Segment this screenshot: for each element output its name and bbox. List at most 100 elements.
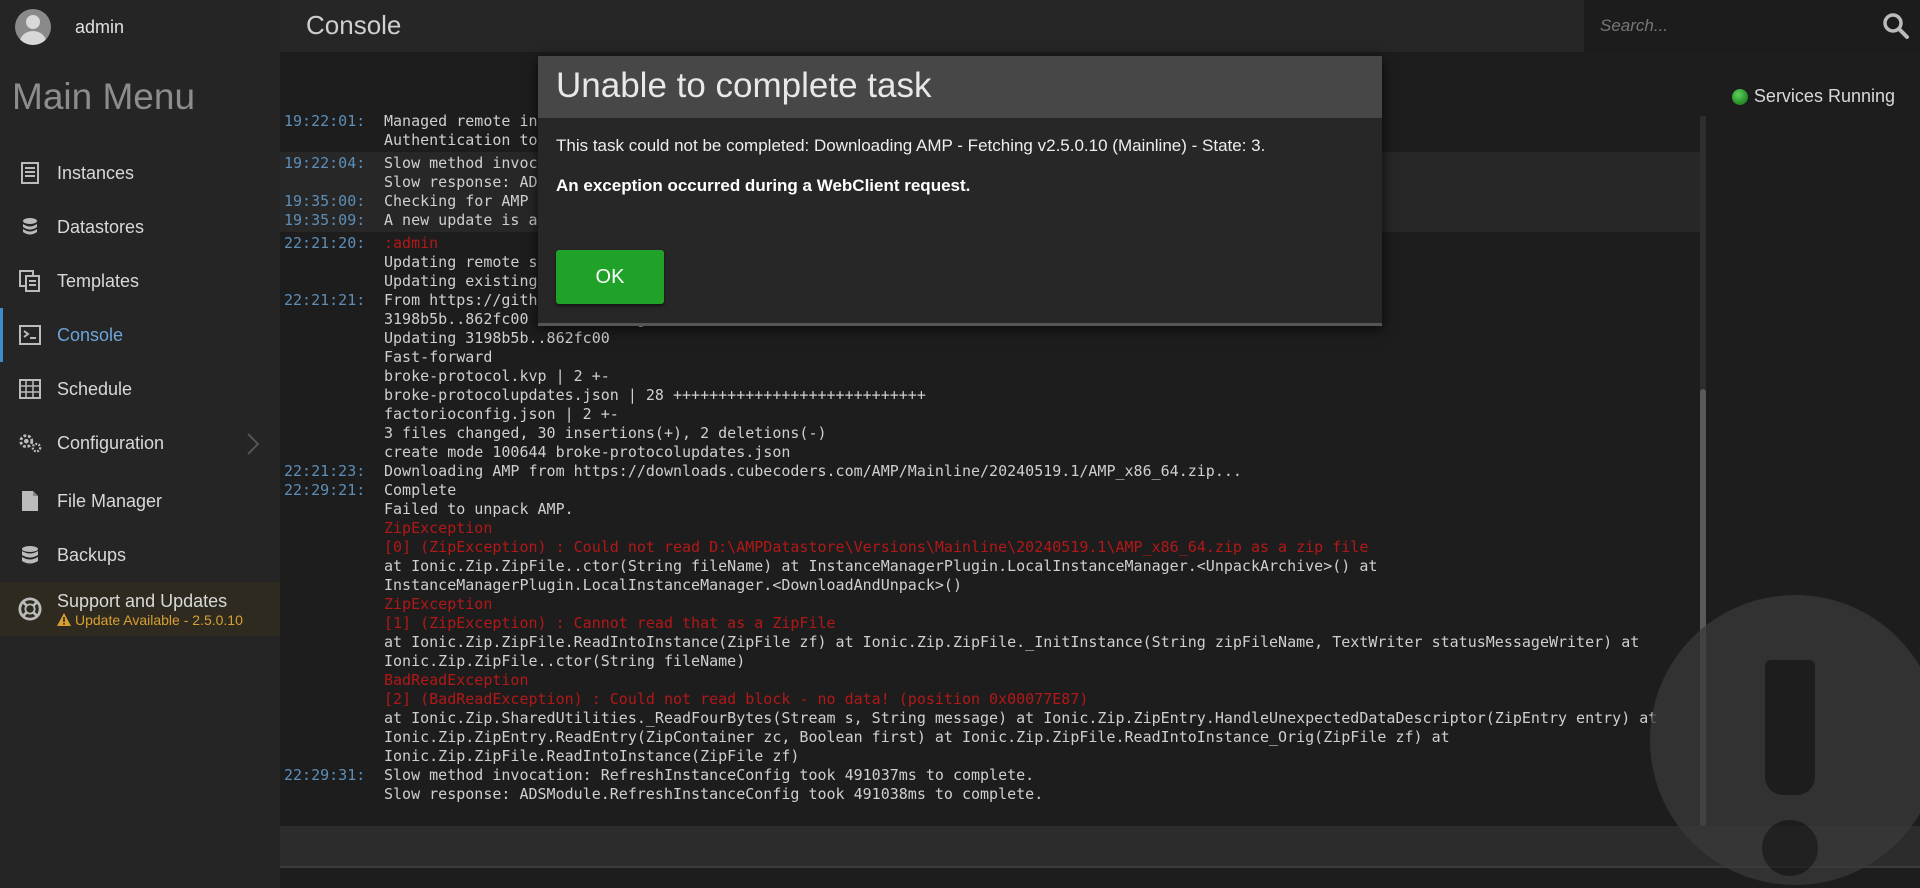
console-message: Fast-forward [384, 348, 493, 366]
sidebar-item-label: File Manager [57, 490, 163, 511]
console-line: 22:29:21: Complete [280, 481, 1702, 500]
console-timestamp [280, 443, 384, 462]
sidebar-item-configuration[interactable]: Configuration [0, 416, 280, 470]
page-title: Console [306, 10, 402, 40]
console-timestamp [280, 329, 384, 348]
console-timestamp [280, 310, 384, 329]
console-line: broke-protocolupdates.json | 28 ++++++++… [280, 386, 1702, 405]
search-icon[interactable] [1882, 12, 1910, 40]
ok-button[interactable]: OK [556, 250, 664, 304]
console-line: [0] (ZipException) : Could not read D:\A… [280, 538, 1702, 557]
update-available-text: Update Available - 2.5.0.10 [75, 611, 243, 628]
console-line: Ionic.Zip.ZipEntry.ReadEntry(ZipContaine… [280, 728, 1702, 747]
instances-icon [18, 161, 42, 185]
console-icon [18, 323, 42, 347]
console-message: Updating 3198b5b..862fc00 [384, 329, 610, 347]
sidebar-item-support[interactable]: Support and Updates Update Available - 2… [0, 582, 280, 636]
avatar[interactable] [15, 9, 51, 45]
console-input[interactable] [280, 826, 1920, 868]
sidebar-item-label: Instances [57, 162, 135, 183]
sidebar-item-backups[interactable]: Backups [0, 528, 280, 582]
dialog-detail: An exception occurred during a WebClient… [556, 176, 971, 195]
console-line: [1] (ZipException) : Cannot read that as… [280, 614, 1702, 633]
console-message: Downloading AMP from https://downloads.c… [384, 462, 1242, 480]
console-line: 3 files changed, 30 insertions(+), 2 del… [280, 424, 1702, 443]
sidebar-item-instances[interactable]: Instances [0, 146, 280, 200]
header: Console [280, 0, 1920, 52]
console-timestamp: 19:35:09: [284, 211, 366, 229]
services-status: Services Running [1731, 86, 1895, 107]
console-line: Failed to unpack AMP. [280, 500, 1702, 519]
console-timestamp [280, 633, 384, 652]
console-message: [2] (BadReadException) : Could not read … [384, 690, 1089, 708]
username: admin [75, 16, 125, 37]
schedule-icon [18, 377, 42, 401]
console-line: 22:29:31: Slow method invocation: Refresh… [280, 766, 1702, 785]
warning-icon [57, 613, 71, 626]
user-profile[interactable]: admin [15, 9, 124, 45]
console-message: Failed to unpack AMP. [384, 500, 574, 518]
console-timestamp [280, 728, 384, 747]
console-line: at Ionic.Zip.ZipFile.ReadIntoInstance(Zi… [280, 633, 1702, 652]
backups-icon [18, 543, 42, 567]
console-message: [0] (ZipException) : Could not read D:\A… [384, 538, 1369, 556]
console-message: broke-protocol.kvp | 2 +- [384, 367, 610, 385]
console-timestamp [280, 173, 384, 192]
console-timestamp [280, 690, 384, 709]
console-line: 22:21:23: Downloading AMP from https://do… [280, 462, 1702, 481]
console-timestamp [280, 652, 384, 671]
console-line: [2] (BadReadException) : Could not read … [280, 690, 1702, 709]
console-message: create mode 100644 broke-protocolupdates… [384, 443, 791, 461]
error-dialog: Unable to complete task This task could … [538, 56, 1382, 326]
console-line: factorioconfig.json | 2 +- [280, 405, 1702, 424]
datastores-icon [18, 215, 42, 239]
dialog-title: Unable to complete task [556, 66, 932, 105]
console-timestamp [280, 709, 384, 728]
console-line: BadReadException [280, 671, 1702, 690]
sidebar-item-datastores[interactable]: Datastores [0, 200, 280, 254]
console-timestamp [280, 747, 384, 766]
templates-icon [18, 269, 42, 293]
console-message: Ionic.Zip.ZipFile..ctor(String fileName) [384, 652, 746, 670]
console-timestamp [280, 614, 384, 633]
console-message: :admin [384, 234, 439, 252]
sidebar-item-label: Datastores [57, 216, 145, 237]
console-message: ZipException [384, 595, 493, 613]
console-line: broke-protocol.kvp | 2 +- [280, 367, 1702, 386]
console-line: Updating 3198b5b..862fc00 [280, 329, 1702, 348]
console-message: [1] (ZipException) : Cannot read that as… [384, 614, 836, 632]
console-line: create mode 100644 broke-protocolupdates… [280, 443, 1702, 462]
console-message: Slow method invocation: RefreshInstanceC… [384, 766, 1035, 784]
dialog-message: This task could not be completed: Downlo… [556, 136, 1266, 155]
console-message: at Ionic.Zip.SharedUtilities._ReadFourBy… [384, 709, 1658, 727]
console-timestamp [280, 500, 384, 519]
console-message: at Ionic.Zip.ZipFile..ctor(String fileNa… [384, 557, 1378, 575]
sidebar-item-schedule[interactable]: Schedule [0, 362, 280, 416]
console-timestamp [280, 519, 384, 538]
sidebar-item-label: Templates [57, 270, 140, 291]
dialog-header: Unable to complete task [538, 56, 1382, 118]
chevron-right-icon[interactable] [246, 432, 268, 455]
console-timestamp [280, 557, 384, 576]
console-message: Ionic.Zip.ZipFile.ReadIntoInstance(ZipFi… [384, 747, 800, 765]
console-timestamp [280, 272, 384, 291]
console-message: 3 files changed, 30 insertions(+), 2 del… [384, 424, 827, 442]
console-timestamp [280, 538, 384, 557]
console-message: at Ionic.Zip.ZipFile.ReadIntoInstance(Zi… [384, 633, 1640, 651]
sidebar: admin Main Menu Instances Datastores Tem… [0, 0, 280, 888]
search-box [1584, 0, 1920, 52]
console-line: at Ionic.Zip.SharedUtilities._ReadFourBy… [280, 709, 1702, 728]
search-input[interactable] [1600, 13, 1870, 39]
console-timestamp [280, 386, 384, 405]
console-timestamp [280, 576, 384, 595]
gear-icon [18, 431, 42, 455]
console-timestamp: 22:21:21: [284, 291, 366, 309]
sidebar-item-file-manager[interactable]: File Manager [0, 474, 280, 528]
console-line: ZipException [280, 595, 1702, 614]
sidebar-item-console[interactable]: Console [0, 308, 280, 362]
main-menu: Instances Datastores Templates Console S… [0, 146, 280, 636]
console-timestamp: 19:22:04: [284, 154, 366, 172]
console-timestamp [280, 405, 384, 424]
sidebar-item-templates[interactable]: Templates [0, 254, 280, 308]
console-timestamp: 19:35:00: [284, 192, 366, 210]
